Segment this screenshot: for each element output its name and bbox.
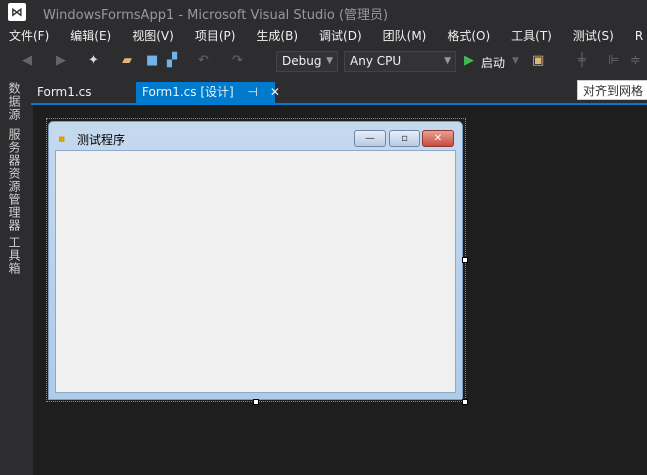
- menu-bar: 文件(F) 编辑(E) 视图(V) 项目(P) 生成(B) 调试(D) 团队(M…: [0, 26, 647, 46]
- sidebar-tab-toolbox[interactable]: 工具箱: [6, 236, 23, 275]
- resize-handle-bottom[interactable]: [253, 399, 259, 405]
- menu-view[interactable]: 视图(V): [132, 26, 174, 46]
- window-title: WindowsFormsApp1 - Microsoft Visual Stud…: [43, 8, 389, 23]
- minimize-button[interactable]: —: [354, 130, 386, 147]
- configuration-select[interactable]: Debug ▼: [276, 51, 338, 72]
- new-project-icon[interactable]: ✦: [88, 53, 99, 68]
- menu-edit[interactable]: 编辑(E): [70, 26, 111, 46]
- menu-tools[interactable]: 工具(T): [511, 26, 552, 46]
- close-button[interactable]: ✕: [422, 130, 454, 147]
- resize-handle-right[interactable]: [462, 257, 468, 263]
- side-panel: 数据源 服务器资源管理器 工具箱: [0, 76, 31, 475]
- toolbar: ◀ ▶ ✦ ▰ ■ ▞ ↶ ↷ Debug ▼ Any CPU ▼ ▶ 启动 ▼ ▣…: [0, 48, 647, 75]
- align-left-icon[interactable]: ⊫: [608, 53, 619, 68]
- start-button[interactable]: 启动: [481, 54, 505, 71]
- tab-form1-design[interactable]: Form1.cs [设计] ⊣ ✕: [136, 82, 280, 103]
- menu-team[interactable]: 团队(M): [383, 26, 427, 46]
- open-file-icon[interactable]: ▰: [122, 53, 132, 68]
- back-icon[interactable]: ◀: [22, 53, 32, 68]
- platform-select[interactable]: Any CPU ▼: [344, 51, 456, 72]
- align-center-icon[interactable]: ≑: [630, 53, 641, 68]
- tab-label: Form1.cs: [37, 85, 92, 99]
- configuration-value: Debug: [282, 54, 322, 68]
- redo-icon[interactable]: ↷: [232, 53, 243, 68]
- menu-r-tools[interactable]: R 工具: [635, 26, 647, 46]
- sidebar-tab-data-sources[interactable]: 数据源: [6, 82, 23, 121]
- platform-value: Any CPU: [350, 54, 402, 68]
- form-client-area[interactable]: [55, 150, 456, 393]
- chevron-down-icon: ▼: [326, 56, 333, 66]
- menu-debug[interactable]: 调试(D): [319, 26, 362, 46]
- undo-icon[interactable]: ↶: [198, 53, 209, 68]
- forward-icon[interactable]: ▶: [56, 53, 66, 68]
- tooltip: 对齐到网格: [577, 80, 647, 100]
- close-icon[interactable]: ✕: [270, 85, 280, 99]
- pin-icon[interactable]: ⊣: [248, 85, 258, 99]
- menu-format[interactable]: 格式(O): [447, 26, 490, 46]
- document-tabs: Form1.cs Form1.cs [设计] ⊣ ✕: [31, 82, 647, 104]
- title-bar: ⋈ WindowsFormsApp1 - Microsoft Visual St…: [0, 0, 647, 24]
- menu-file[interactable]: 文件(F): [9, 26, 49, 46]
- maximize-button[interactable]: ▫: [389, 130, 420, 147]
- align-icon[interactable]: ╪: [578, 53, 586, 68]
- tab-form1-code[interactable]: Form1.cs: [31, 82, 98, 103]
- save-icon[interactable]: ■: [146, 53, 158, 68]
- chevron-down-icon: ▼: [444, 56, 451, 66]
- menu-build[interactable]: 生成(B): [256, 26, 298, 46]
- sidebar-tab-server-explorer[interactable]: 服务器资源管理器: [6, 128, 23, 232]
- find-icon[interactable]: ▣: [532, 53, 544, 68]
- chevron-down-icon[interactable]: ▼: [512, 56, 519, 66]
- resize-handle-corner[interactable]: [462, 399, 468, 405]
- play-icon[interactable]: ▶: [464, 53, 474, 68]
- form-icon: ▪: [58, 132, 66, 145]
- menu-test[interactable]: 测试(S): [573, 26, 614, 46]
- tab-label: Form1.cs [设计]: [142, 85, 234, 99]
- menu-project[interactable]: 项目(P): [195, 26, 236, 46]
- save-all-icon[interactable]: ▞: [167, 53, 177, 68]
- form-title: 测试程序: [77, 133, 126, 147]
- vs-logo-icon: ⋈: [8, 3, 26, 21]
